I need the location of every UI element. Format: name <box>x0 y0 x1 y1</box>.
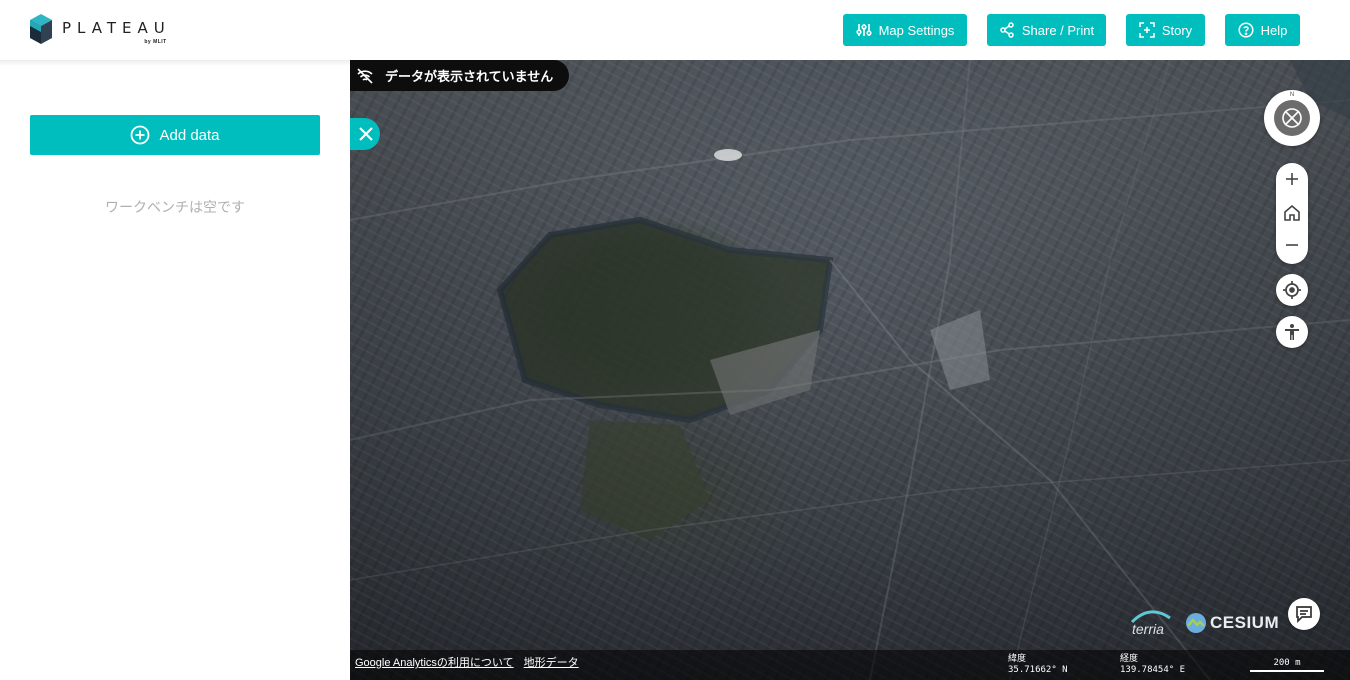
cesium-logo[interactable]: CESIUM <box>1185 612 1279 634</box>
add-data-label: Add data <box>159 126 220 144</box>
zoom-in-button[interactable] <box>1276 163 1308 195</box>
plus-circle-icon <box>131 125 150 145</box>
logo-subtitle: by MLIT <box>144 39 167 45</box>
analytics-link[interactable]: Google Analyticsの利用について <box>355 657 514 669</box>
zoom-out-button[interactable] <box>1276 229 1308 261</box>
story-label: Story <box>1161 22 1193 38</box>
share-print-button[interactable]: Share / Print <box>987 14 1106 46</box>
latitude-readout: 緯度 35.71662° N <box>1008 654 1068 676</box>
signal-off-icon <box>357 67 373 84</box>
add-data-button[interactable]: Add data <box>30 115 320 155</box>
map-settings-label: Map Settings <box>878 22 955 38</box>
latitude-value: 35.71662° N <box>1008 665 1068 675</box>
map-viewer[interactable]: データが表示されていません N terria CESIUM Google Ana… <box>350 60 1350 680</box>
compass-icon <box>1282 108 1302 128</box>
longitude-label: 経度 <box>1120 654 1139 664</box>
zoom-controls <box>1276 163 1308 264</box>
longitude-readout: 経度 139.78454° E <box>1120 654 1185 676</box>
scale-bar <box>1250 670 1324 672</box>
reset-view-button[interactable] <box>1276 197 1308 229</box>
story-button[interactable]: Story <box>1126 14 1205 46</box>
map-vignette <box>350 60 1350 680</box>
no-data-indicator: データが表示されていません <box>350 60 569 91</box>
share-icon <box>1000 22 1014 38</box>
compass-north-label: N <box>1289 92 1295 98</box>
latitude-label: 緯度 <box>1008 654 1027 664</box>
feedback-icon <box>1296 606 1312 624</box>
home-icon <box>1284 204 1300 221</box>
plateau-logo[interactable]: PLATEAU by MLIT <box>30 14 171 45</box>
no-data-message: データが表示されていません <box>385 69 554 84</box>
terria-wordmark: terria <box>1132 621 1164 637</box>
compass-control[interactable]: N <box>1264 90 1320 146</box>
workbench-empty-message: ワークベンチは空です <box>105 199 245 215</box>
scale-label: 200 m <box>1273 658 1301 668</box>
accessibility-icon <box>1285 324 1299 340</box>
question-circle-icon <box>1238 22 1254 38</box>
workbench-panel: Add data ワークベンチは空です <box>0 60 350 680</box>
story-capture-icon <box>1139 22 1155 38</box>
help-button[interactable]: Help <box>1225 14 1300 46</box>
plus-icon <box>1286 173 1298 185</box>
longitude-value: 139.78454° E <box>1120 665 1186 675</box>
sliders-icon <box>855 24 872 36</box>
map-status-bar: Google Analyticsの利用について 地形データ 緯度 35.7166… <box>350 650 1350 680</box>
my-location-button[interactable] <box>1276 274 1308 306</box>
accessibility-button[interactable] <box>1276 316 1308 348</box>
panel-shadow <box>0 60 350 66</box>
map-settings-button[interactable]: Map Settings <box>843 14 967 46</box>
plateau-cube-icon <box>30 14 52 44</box>
feedback-button[interactable] <box>1288 598 1320 630</box>
minus-icon <box>1286 244 1298 246</box>
share-print-label: Share / Print <box>1021 22 1095 38</box>
crosshair-icon <box>1283 281 1301 299</box>
help-label: Help <box>1260 22 1288 38</box>
close-icon <box>359 127 373 141</box>
cesium-wordmark: CESIUM <box>1210 613 1280 632</box>
cesium-icon <box>1186 613 1206 633</box>
terria-logo[interactable]: terria <box>1130 608 1172 638</box>
app-header: PLATEAU by MLIT Map Settings Share / Pri… <box>0 0 1350 60</box>
terrain-data-link[interactable]: 地形データ <box>524 657 579 669</box>
logo-wordmark: PLATEAU <box>62 19 171 37</box>
